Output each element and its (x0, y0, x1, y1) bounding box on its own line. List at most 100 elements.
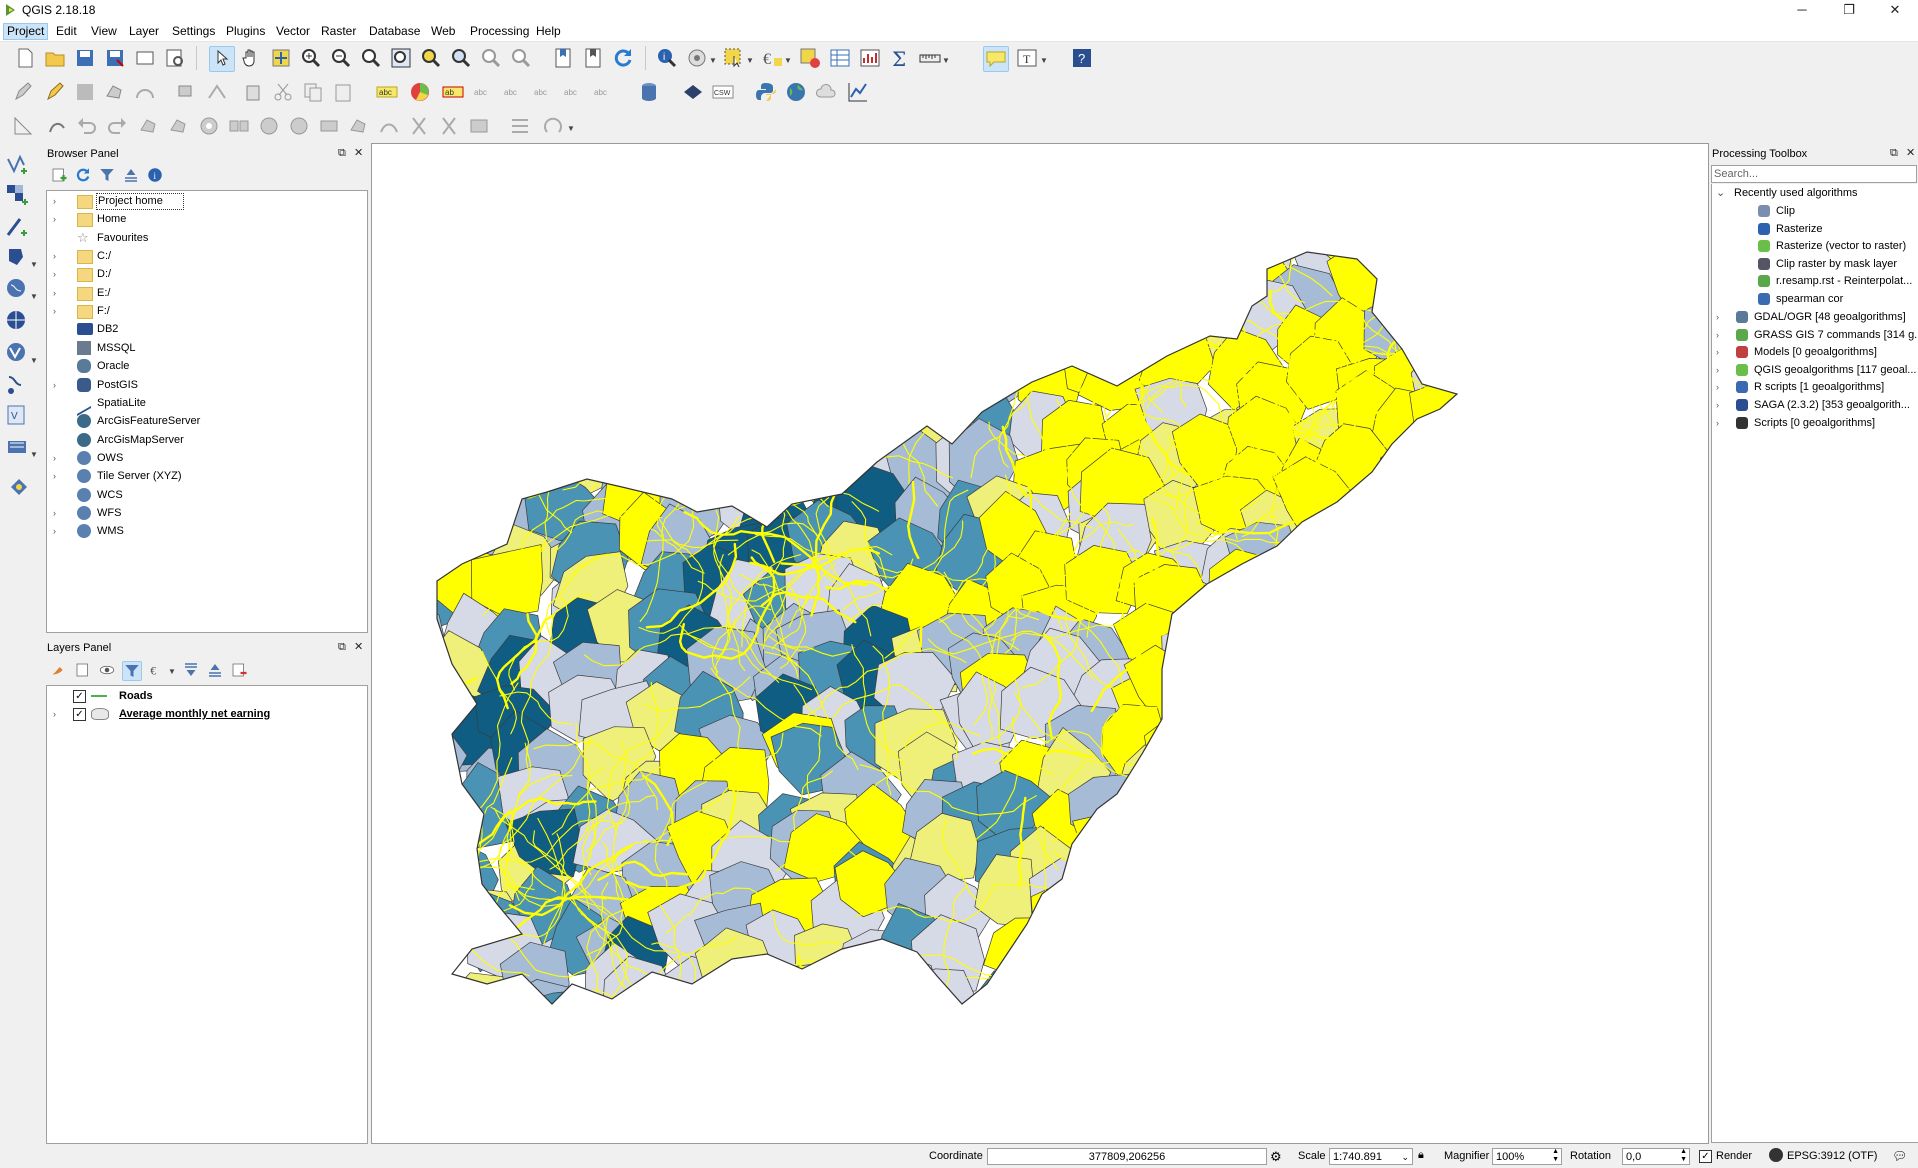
browser-item[interactable]: › E:/ (53, 284, 353, 302)
properties-info-icon[interactable]: i (146, 166, 164, 184)
browser-item[interactable]: MSSQL (53, 339, 353, 357)
add-raster-layer-icon[interactable] (5, 183, 29, 207)
toggle-editing-icon[interactable] (43, 80, 67, 104)
toggle-extents-icon[interactable]: ⚙ (1270, 1149, 1282, 1165)
browser-item[interactable]: › Project home (53, 192, 353, 210)
cut-features-icon[interactable] (271, 80, 295, 104)
pin-labels-icon[interactable]: ab (441, 80, 465, 104)
delete-ring-icon[interactable] (287, 114, 311, 138)
browser-item[interactable]: ☆ Favourites (53, 229, 353, 247)
rotate-label-icon[interactable]: abc (531, 80, 555, 104)
merge-features-icon[interactable] (467, 114, 491, 138)
expand-arrow-icon[interactable]: › (1716, 343, 1726, 361)
chevron-down-icon[interactable]: ▼ (942, 56, 950, 65)
filter-icon[interactable] (98, 166, 116, 184)
close-panel-icon[interactable]: ✕ (354, 146, 363, 159)
expand-arrow-icon[interactable]: › (53, 705, 63, 723)
processing-search-input[interactable]: Search... (1711, 165, 1917, 183)
menu-vector[interactable]: Vector (273, 24, 313, 38)
menu-web[interactable]: Web (428, 24, 458, 38)
run-feature-action-icon[interactable] (685, 46, 709, 70)
recent-algorithms-group[interactable]: ⌄ Recently used algorithms (1716, 184, 1916, 202)
db-manager-icon[interactable] (637, 80, 661, 104)
expand-arrow-icon[interactable]: › (1716, 378, 1726, 396)
layer-item-average-monthly-net-earning[interactable]: › ✓ Average monthly net earning (53, 705, 353, 723)
copy-features-icon[interactable] (301, 80, 325, 104)
expand-arrow-icon[interactable]: › (53, 192, 63, 210)
zoom-native-icon[interactable] (359, 46, 383, 70)
render-checkbox[interactable]: ✓ (1699, 1150, 1712, 1163)
cloud-plugin-icon[interactable] (814, 80, 838, 104)
browser-item[interactable]: › WMS (53, 522, 353, 540)
refresh-icon[interactable] (74, 166, 92, 184)
crs-globe-icon[interactable] (1769, 1148, 1783, 1162)
algorithm-item[interactable]: Clip (1716, 202, 1916, 220)
provider-item[interactable]: › SAGA (2.3.2) [353 geoalgorith... (1716, 396, 1916, 414)
minimize-button[interactable]: ─ (1779, 0, 1825, 22)
new-bookmark-icon[interactable] (551, 46, 575, 70)
show-bookmarks-icon[interactable] (581, 46, 605, 70)
new-project-icon[interactable] (13, 46, 37, 70)
zoom-to-selection-icon[interactable] (419, 46, 443, 70)
delete-part-icon[interactable] (317, 114, 341, 138)
close-panel-icon[interactable]: ✕ (354, 640, 363, 653)
browser-item[interactable]: › Home (53, 210, 353, 228)
add-delimited-text-icon[interactable] (5, 373, 29, 397)
algorithm-item[interactable]: spearman cor (1716, 290, 1916, 308)
diagram-tool-icon[interactable] (408, 80, 432, 104)
paste-features-icon[interactable] (331, 80, 355, 104)
menu-help[interactable]: Help (533, 24, 564, 38)
add-ring-icon[interactable] (197, 114, 221, 138)
float-panel-icon[interactable]: ⧉ (338, 641, 346, 654)
menu-settings[interactable]: Settings (169, 24, 218, 38)
split-features-icon[interactable] (407, 114, 431, 138)
filter-legend-icon[interactable] (122, 661, 142, 681)
composer-manager-icon[interactable] (163, 46, 187, 70)
field-calculator-icon[interactable]: Σ (888, 46, 912, 70)
add-feature-icon[interactable] (103, 80, 127, 104)
browser-item[interactable]: ArcGisMapServer (53, 431, 353, 449)
rotation-spinbox[interactable]: 0,0 ▲ ▼ (1622, 1148, 1690, 1165)
save-as-icon[interactable] (103, 46, 127, 70)
reshape-features-icon[interactable] (347, 114, 371, 138)
browser-item[interactable]: ArcGisFeatureServer (53, 412, 353, 430)
show-hide-labels-icon[interactable]: abc (471, 80, 495, 104)
expand-arrow-icon[interactable]: › (1716, 326, 1726, 344)
chevron-down-icon[interactable]: ▼ (30, 450, 38, 459)
expand-arrow-icon[interactable]: › (53, 504, 63, 522)
delete-selected-icon[interactable] (241, 80, 265, 104)
remove-layer-icon[interactable] (230, 661, 248, 679)
chevron-down-icon[interactable]: ▼ (784, 56, 792, 65)
menu-project[interactable]: Project (3, 23, 49, 40)
zoom-last-icon[interactable] (479, 46, 503, 70)
globe-plugin-icon[interactable] (784, 80, 808, 104)
node-tool-icon[interactable] (205, 80, 229, 104)
float-panel-icon[interactable]: ⧉ (338, 147, 346, 160)
filter-by-expression-icon[interactable]: € (148, 661, 166, 679)
deselect-all-icon[interactable] (798, 46, 822, 70)
save-layer-edits-icon[interactable] (73, 80, 97, 104)
map-tips-icon[interactable] (983, 46, 1009, 72)
browser-item[interactable]: › WFS (53, 504, 353, 522)
lock-scale-icon[interactable]: 🔒︎ (1418, 1149, 1424, 1162)
measure-icon[interactable] (918, 46, 942, 70)
chevron-down-icon[interactable]: ▼ (709, 56, 717, 65)
scale-combobox[interactable]: 1:740.891 ⌄ (1329, 1148, 1413, 1165)
chevron-down-icon[interactable]: ▼ (30, 356, 38, 365)
help-icon[interactable]: ? (1070, 46, 1094, 70)
rotate-feature-icon[interactable] (137, 114, 161, 138)
menu-plugins[interactable]: Plugins (223, 24, 268, 38)
browser-item[interactable]: › C:/ (53, 247, 353, 265)
save-project-icon[interactable] (73, 46, 97, 70)
provider-item[interactable]: › R scripts [1 geoalgorithms] (1716, 378, 1916, 396)
menu-edit[interactable]: Edit (53, 24, 80, 38)
browser-item[interactable]: › PostGIS (53, 376, 353, 394)
browser-item[interactable]: › Tile Server (XYZ) (53, 467, 353, 485)
add-vector-layer-icon[interactable] (5, 153, 29, 177)
csw-icon[interactable]: CSW (711, 80, 735, 104)
add-wcs-layer-icon[interactable] (5, 309, 29, 333)
chevron-down-icon[interactable]: ▼ (30, 292, 38, 301)
fill-ring-icon[interactable] (257, 114, 281, 138)
zoom-in-icon[interactable] (299, 46, 323, 70)
pan-to-selection-icon[interactable] (269, 46, 293, 70)
